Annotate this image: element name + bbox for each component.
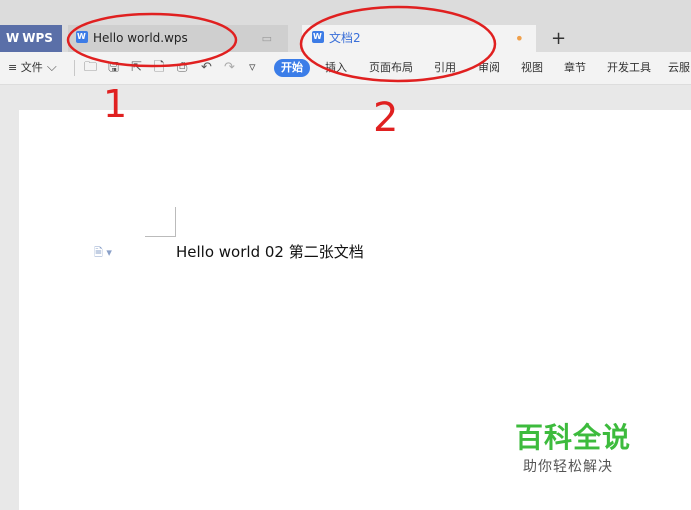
watermark-title: 百科全说 (515, 421, 632, 454)
annotation-circle-1 (66, 12, 238, 68)
annotation-circle-2 (299, 5, 497, 83)
annotation-label-2: 2 (373, 95, 398, 141)
watermark-subtitle: 助你轻松解决 (523, 459, 613, 475)
annotation-label-1: 1 (103, 82, 127, 126)
